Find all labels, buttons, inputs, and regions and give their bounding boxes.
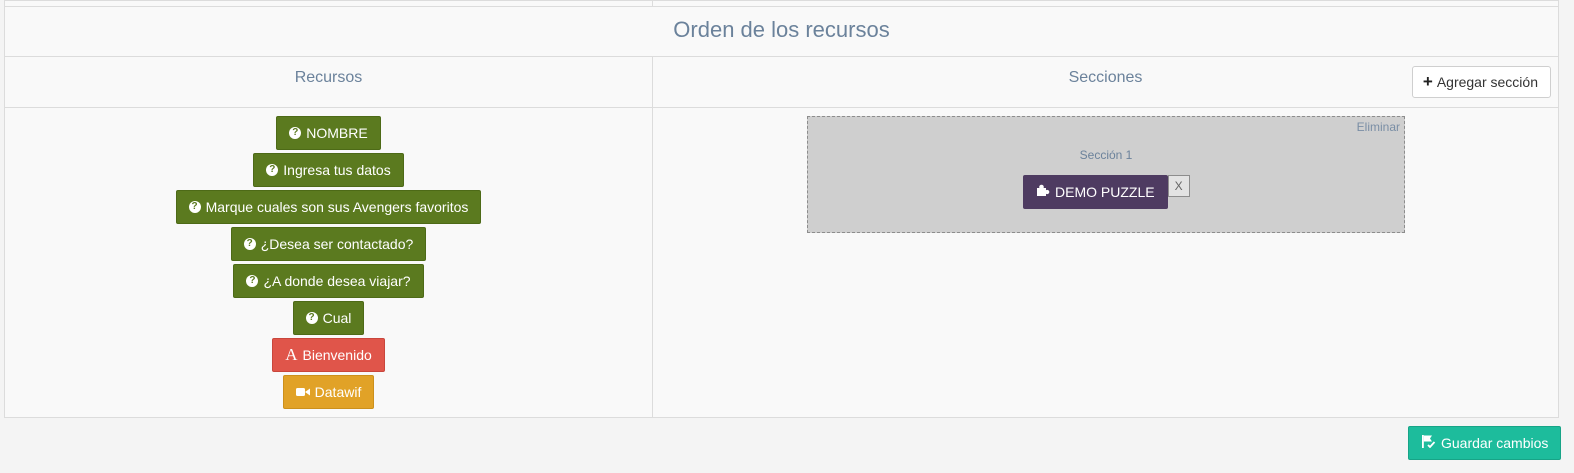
video-camera-icon	[295, 387, 310, 397]
question-circle-icon: ?	[243, 238, 256, 250]
section-dropzone[interactable]: Eliminar Sección 1 DEMO PUZZLE X	[807, 116, 1405, 233]
section-resource-label: DEMO PUZZLE	[1055, 184, 1155, 200]
resource-order-panel: Orden de los recursos Recursos Secciones…	[4, 0, 1559, 418]
resource-item[interactable]: ? Ingresa tus datos	[253, 153, 404, 187]
resources-column-title: Recursos	[294, 69, 363, 86]
section-resource-button[interactable]: DEMO PUZZLE	[1023, 175, 1168, 209]
resource-label: Ingresa tus datos	[283, 162, 391, 178]
flag-check-icon	[1421, 435, 1436, 451]
resource-label: ¿Desea ser contactado?	[260, 236, 414, 252]
save-changes-button[interactable]: Guardar cambios	[1408, 426, 1562, 460]
question-circle-icon: ?	[246, 275, 259, 287]
question-circle-icon: ?	[289, 127, 302, 139]
resource-item[interactable]: ? NOMBRE	[276, 116, 381, 150]
resources-list: ? NOMBRE ? Ingresa tus datos ? Marque cu…	[5, 116, 652, 409]
resource-label: NOMBRE	[306, 125, 368, 141]
resource-item[interactable]: ? Cual	[292, 301, 365, 335]
remove-resource-button[interactable]: X	[1167, 175, 1190, 197]
plus-icon: +	[1422, 72, 1433, 91]
resource-item[interactable]: Datawif	[282, 375, 375, 409]
section-item: DEMO PUZZLE X	[1023, 175, 1190, 209]
font-icon: A	[285, 345, 298, 364]
columns-header: Recursos Secciones + Agregar sección	[5, 57, 1558, 108]
section-title: Sección 1	[1079, 148, 1133, 162]
page-title: Orden de los recursos	[5, 7, 1558, 57]
resource-item[interactable]: ? Marque cuales son sus Avengers favorit…	[175, 190, 482, 224]
resource-label: Marque cuales son sus Avengers favoritos	[205, 199, 469, 215]
resource-label: Datawif	[314, 384, 362, 400]
columns-body: ? NOMBRE ? Ingresa tus datos ? Marque cu…	[5, 108, 1558, 418]
resource-item[interactable]: ? ¿Desea ser contactado?	[230, 227, 427, 261]
add-section-label: Agregar sección	[1436, 74, 1538, 90]
resource-label: Bienvenido	[302, 347, 372, 363]
question-circle-icon: ?	[266, 164, 279, 176]
add-section-button[interactable]: + Agregar sección	[1411, 66, 1551, 98]
question-circle-icon: ?	[305, 312, 318, 324]
delete-section-link[interactable]: Eliminar	[1357, 120, 1400, 134]
save-changes-label: Guardar cambios	[1441, 435, 1549, 451]
resource-label: ¿A donde desea viajar?	[263, 273, 411, 289]
resource-item[interactable]: A Bienvenido	[272, 338, 385, 372]
resource-label: Cual	[322, 310, 352, 326]
question-circle-icon: ?	[188, 201, 201, 213]
puzzle-icon	[1036, 184, 1050, 200]
resource-item[interactable]: ? ¿A donde desea viajar?	[233, 264, 424, 298]
